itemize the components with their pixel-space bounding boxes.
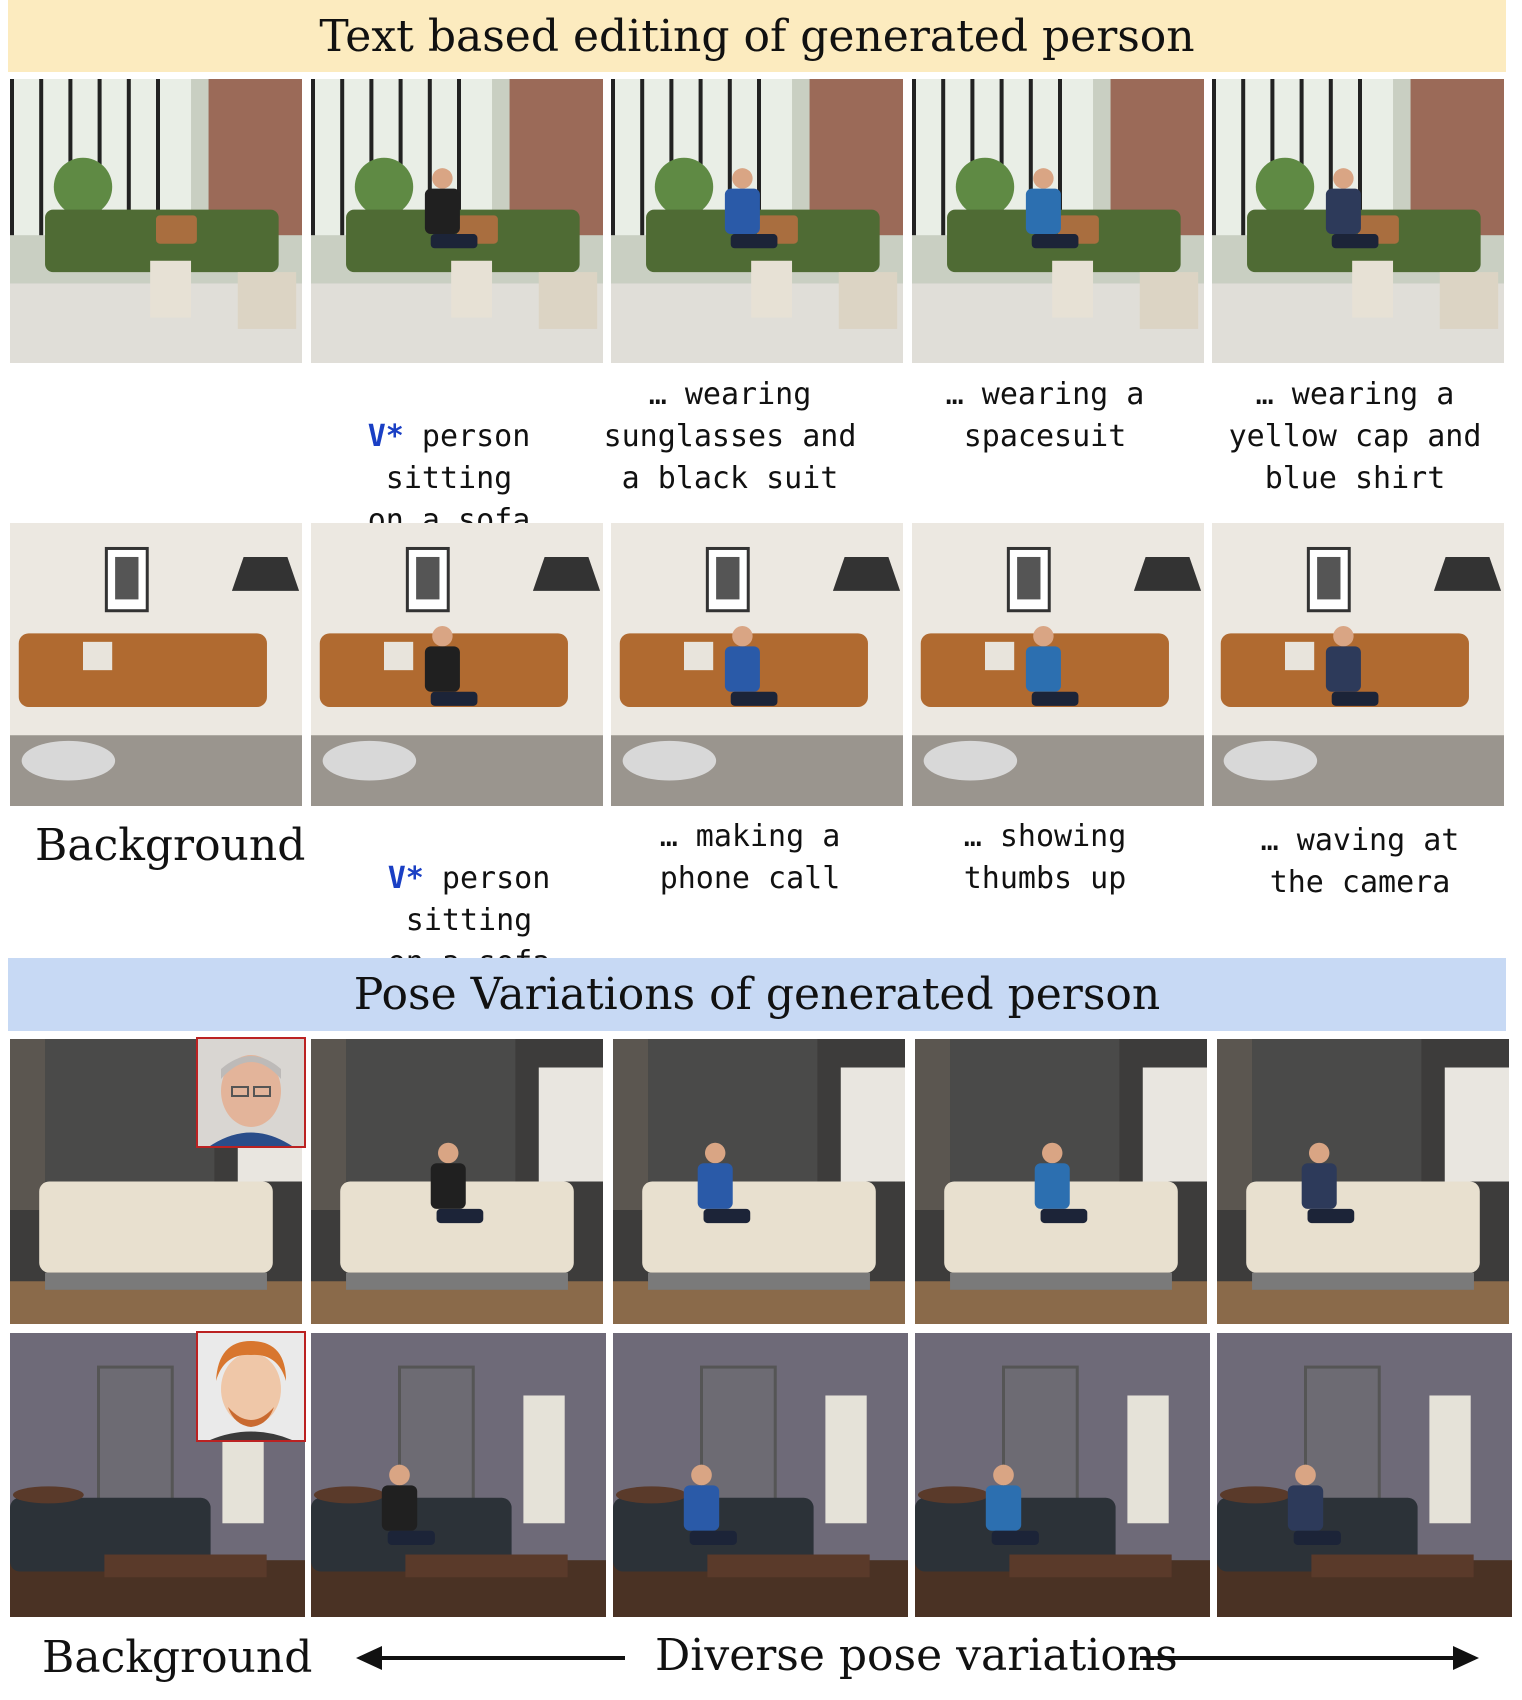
image-row2-1	[10, 523, 302, 806]
v-star-token: V*	[367, 419, 404, 454]
image-row1-4	[912, 79, 1204, 363]
caption-r1-c3: … wearing sunglasses and a black suit	[603, 377, 857, 496]
image-row4-3	[613, 1333, 908, 1617]
image-row2-5	[1212, 523, 1504, 806]
caption-r2-c5: … waving at the camera	[1260, 823, 1460, 900]
generated-person-image	[613, 1039, 905, 1324]
face-portrait-icon	[198, 1039, 304, 1146]
generated-person-image	[613, 1333, 908, 1617]
image-row3-5	[1217, 1039, 1509, 1324]
image-row2-3	[611, 523, 903, 806]
generated-person-image	[1217, 1039, 1509, 1324]
v-star-token: V*	[387, 861, 424, 896]
section-title-text: Text based editing of generated person	[319, 10, 1195, 62]
background-label-1: Background	[35, 820, 306, 871]
background-label-2: Background	[42, 1632, 313, 1683]
image-row1-2	[311, 79, 603, 363]
image-row2-4	[912, 523, 1204, 806]
caption-r1-c5: … wearing a yellow cap and blue shirt	[1228, 377, 1482, 496]
background-scene-image	[10, 79, 302, 363]
reference-face-1	[196, 1037, 306, 1148]
generated-person-image	[1217, 1333, 1512, 1617]
generated-person-image	[611, 523, 903, 806]
caption-r2-c4: … showing thumbs up	[963, 819, 1127, 896]
section-title-text-editing: Text based editing of generated person	[8, 0, 1506, 72]
diverse-pose-label: Diverse pose variations	[655, 1630, 1178, 1681]
generated-person-image	[912, 79, 1204, 363]
caption-r1-c4: … wearing a spacesuit	[945, 377, 1145, 454]
generated-person-image	[915, 1039, 1207, 1324]
background-scene-image	[10, 523, 302, 806]
caption-r2-c3: … making a phone call	[659, 819, 841, 896]
left-arrow-icon	[356, 1646, 625, 1670]
caption-r1-c2: V* person sitting on a sofa	[318, 374, 580, 542]
image-row1-3	[611, 79, 903, 363]
section-title-text: Pose Variations of generated person	[353, 969, 1161, 1020]
reference-face-2	[196, 1331, 306, 1442]
generated-person-image	[311, 523, 603, 806]
image-row3-2	[311, 1039, 603, 1324]
section-title-pose-variations: Pose Variations of generated person	[8, 958, 1506, 1031]
image-row1-5	[1212, 79, 1504, 363]
image-row3-4	[915, 1039, 1207, 1324]
generated-person-image	[915, 1333, 1210, 1617]
generated-person-image	[912, 523, 1204, 806]
generated-person-image	[311, 1039, 603, 1324]
generated-person-image	[1212, 79, 1504, 363]
generated-person-image	[311, 1333, 606, 1617]
image-row1-1	[10, 79, 302, 363]
generated-person-image	[1212, 523, 1504, 806]
generated-person-image	[311, 79, 603, 363]
image-row4-5	[1217, 1333, 1512, 1617]
right-arrow-icon	[1140, 1646, 1479, 1670]
face-portrait-icon	[198, 1333, 304, 1440]
image-row2-2	[311, 523, 603, 806]
image-row4-4	[915, 1333, 1210, 1617]
image-row3-3	[613, 1039, 905, 1324]
image-row4-2	[311, 1333, 606, 1617]
generated-person-image	[611, 79, 903, 363]
